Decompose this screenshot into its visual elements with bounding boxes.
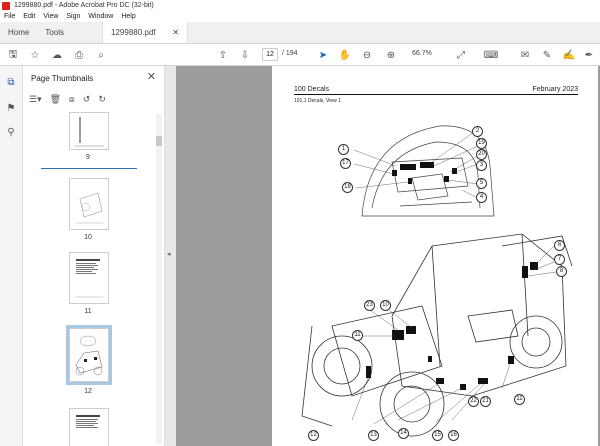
menu-edit[interactable]: Edit <box>23 13 35 20</box>
menu-view[interactable]: View <box>43 13 58 20</box>
zoom-level[interactable]: 66.7% <box>412 50 432 57</box>
callout-12: 12 <box>308 430 319 441</box>
close-panel-icon[interactable]: ✕ <box>147 70 156 83</box>
callout-22: 22 <box>468 396 479 407</box>
bookmark-star-icon[interactable]: ☆ <box>28 48 42 62</box>
menu-window[interactable]: Window <box>88 13 113 20</box>
thumbnail-page-10-preview <box>75 192 103 224</box>
thumbnail-page-13-preview <box>76 415 100 428</box>
callout-7: 7 <box>554 254 565 265</box>
callout-2: 2 <box>472 126 483 137</box>
cab-decals <box>392 162 457 184</box>
tab-home[interactable]: Home <box>0 22 37 43</box>
callout-5: 5 <box>476 178 487 189</box>
menu-bar: File Edit View Sign Window Help <box>0 11 600 22</box>
callout-11-b: 11 <box>514 394 525 405</box>
callout-19: 19 <box>476 138 487 149</box>
page-thumbnails-panel: Page Thumbnails ✕ ☰▾ 🗑 ⧈ ↺ ↻ 9 10 11 12 <box>23 66 165 446</box>
thumbnail-list[interactable]: 9 10 11 12 <box>23 112 153 446</box>
document-viewer[interactable]: 100 Decals February 2023 101.1 Decals, V… <box>176 66 600 446</box>
upload-cloud-icon[interactable]: ☁ <box>50 48 64 62</box>
window-title: 1299880.pdf - Adobe Acrobat Pro DC (32-b… <box>14 2 154 9</box>
callout-1: 1 <box>338 144 349 155</box>
callout-4: 4 <box>476 192 487 203</box>
scrollbar-thumb[interactable] <box>156 136 162 146</box>
print-icon[interactable]: ⎙ <box>72 48 86 62</box>
callout-16: 16 <box>448 430 459 441</box>
callout-13: 13 <box>368 430 379 441</box>
thumbnail-page-9[interactable] <box>69 112 109 150</box>
close-tab-icon[interactable]: ✕ <box>172 28 179 37</box>
search-icon[interactable]: ⌕ <box>94 48 108 62</box>
decal-diagram <box>301 125 573 437</box>
page-thumbnails-icon[interactable]: ⧉ <box>5 76 17 88</box>
callout-18: 18 <box>342 182 353 193</box>
thumbnail-label-11: 11 <box>84 308 92 315</box>
highlight-pen-icon[interactable]: ✎ <box>540 48 554 62</box>
page-number-input[interactable]: 12 <box>262 48 278 61</box>
thumbnail-label-10: 10 <box>84 234 92 241</box>
tab-bar: Home Tools 1299880.pdf ✕ <box>0 22 600 44</box>
panel-toolbar: ☰▾ 🗑 ⧈ ↺ ↻ <box>29 90 114 108</box>
previous-page-icon[interactable]: ⇧ <box>216 48 230 62</box>
callout-11-a: 11 <box>352 330 363 341</box>
panel-collapse-bar[interactable]: ◂ <box>165 66 176 446</box>
thumbnail-page-9-preview <box>74 117 104 147</box>
thumbnail-label-9: 9 <box>86 154 90 161</box>
attachments-icon[interactable]: ⚲ <box>5 126 17 138</box>
rotate-cw-icon[interactable]: ↻ <box>98 94 106 105</box>
acrobat-logo-icon <box>2 1 10 10</box>
callout-20: 20 <box>476 149 487 160</box>
thumbnail-page-10[interactable] <box>69 178 109 230</box>
delete-page-icon[interactable]: 🗑 <box>50 94 61 105</box>
callout-10: 10 <box>380 300 391 311</box>
thumbnail-insert-marker <box>41 168 137 169</box>
fit-page-icon[interactable]: ⤢ <box>454 48 468 62</box>
sign-icon[interactable]: ✒ <box>582 48 596 62</box>
machine-decals <box>366 262 538 390</box>
comment-icon[interactable]: ✉ <box>518 48 532 62</box>
tab-tools[interactable]: Tools <box>37 22 72 43</box>
pdf-page: 100 Decals February 2023 101.1 Decals, V… <box>272 66 598 446</box>
hand-tool-icon[interactable]: ✋ <box>338 48 352 62</box>
select-cursor-icon[interactable]: ➤ <box>316 48 330 62</box>
callout-23: 23 <box>364 300 375 311</box>
tab-document-label: 1299880.pdf <box>111 28 156 37</box>
thumbnail-page-13[interactable] <box>69 408 109 446</box>
options-menu-icon[interactable]: ☰▾ <box>29 94 42 105</box>
menu-help[interactable]: Help <box>121 13 135 20</box>
thumbnail-label-12: 12 <box>84 388 92 395</box>
menu-file[interactable]: File <box>4 13 15 20</box>
thumbnail-page-12-preview <box>75 335 103 376</box>
zoom-out-icon[interactable]: ⊖ <box>360 48 374 62</box>
draw-icon[interactable]: ✍ <box>562 48 576 62</box>
keyboard-icon[interactable]: ⌨ <box>484 48 498 62</box>
thumbnail-page-11[interactable] <box>69 252 109 304</box>
callout-6: 6 <box>554 240 565 251</box>
panel-title: Page Thumbnails <box>31 74 94 83</box>
save-icon[interactable]: 🖫 <box>6 48 20 62</box>
callout-3: 3 <box>476 160 487 171</box>
next-page-icon[interactable]: ⇩ <box>238 48 252 62</box>
callout-21: 21 <box>480 396 491 407</box>
collapse-arrow-icon[interactable]: ◂ <box>167 250 171 258</box>
left-nav-rail: ⧉ ⚑ ⚲ <box>0 66 23 446</box>
menu-sign[interactable]: Sign <box>66 13 80 20</box>
rotate-ccw-icon[interactable]: ↺ <box>83 94 91 105</box>
title-bar: 1299880.pdf - Adobe Acrobat Pro DC (32-b… <box>0 0 600 11</box>
callout-15: 15 <box>432 430 443 441</box>
toolbar: 🖫 ☆ ☁ ⎙ ⌕ ⇧ ⇩ 12 / 194 ➤ ✋ ⊖ ⊕ 66.7% ⤢ ⌨… <box>0 44 600 66</box>
thumbnail-page-11-preview <box>75 259 103 298</box>
thumbnail-page-12[interactable] <box>66 325 112 385</box>
callout-14: 14 <box>398 428 409 439</box>
callout-8: 8 <box>556 266 567 277</box>
tab-document[interactable]: 1299880.pdf ✕ <box>102 22 189 43</box>
thumbnail-scrollbar[interactable] <box>156 114 162 444</box>
page-total: / 194 <box>282 50 298 57</box>
callout-17: 17 <box>340 158 351 169</box>
extract-page-icon[interactable]: ⧈ <box>69 94 75 105</box>
zoom-in-icon[interactable]: ⊕ <box>384 48 398 62</box>
bookmarks-icon[interactable]: ⚑ <box>5 102 17 114</box>
